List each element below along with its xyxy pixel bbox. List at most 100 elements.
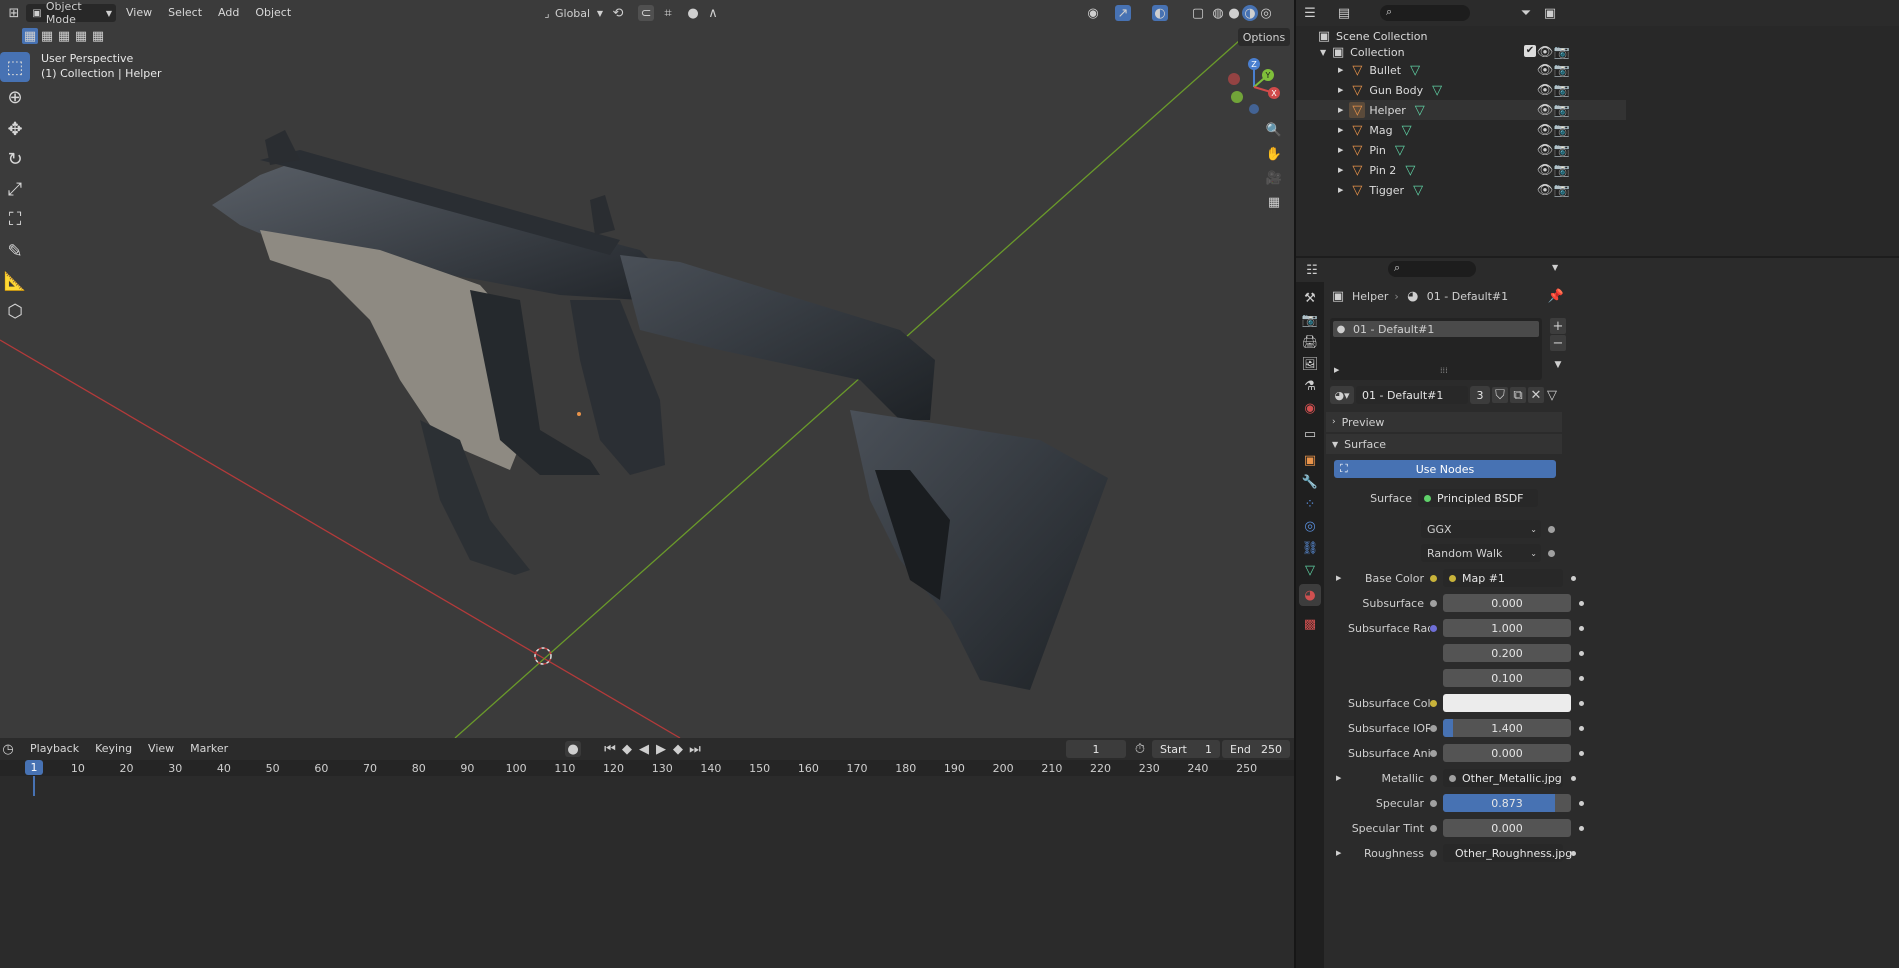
- tab-physics-icon[interactable]: ◎: [1302, 518, 1318, 534]
- mesh-data-icon[interactable]: ▽: [1410, 182, 1426, 198]
- expand-icon[interactable]: ▶: [1338, 66, 1343, 74]
- expand-icon[interactable]: ▶: [1336, 849, 1348, 857]
- menu-add[interactable]: Add: [210, 6, 247, 19]
- tab-scene-icon[interactable]: ⚗: [1302, 378, 1318, 394]
- mode-dropdown[interactable]: ▣ Object Mode ▼: [26, 0, 116, 26]
- timeline-editor-icon[interactable]: ◷: [0, 741, 16, 757]
- mesh-data-icon[interactable]: ▽: [1392, 142, 1408, 158]
- properties-search-input[interactable]: ⌕: [1388, 261, 1476, 277]
- eye-icon[interactable]: 👁: [1537, 102, 1554, 118]
- animate-property-icon[interactable]: [1579, 725, 1584, 731]
- mesh-data-icon[interactable]: ▽: [1412, 102, 1428, 118]
- numeric-slider[interactable]: 0.000: [1443, 594, 1571, 612]
- tab-data-icon[interactable]: ▽: [1302, 562, 1318, 578]
- select-extend-icon[interactable]: ▦: [39, 28, 55, 44]
- viewport[interactable]: ⊞ ▣ Object Mode ▼ View Select Add Object…: [0, 0, 1294, 738]
- eye-icon[interactable]: 👁: [1537, 142, 1554, 158]
- animate-property-icon[interactable]: [1579, 800, 1584, 806]
- tab-view-layer-icon[interactable]: 🖼: [1302, 356, 1319, 372]
- orientation-dropdown[interactable]: ⌟ Global ▼: [537, 4, 603, 22]
- timeline-menu-playback[interactable]: Playback: [22, 742, 87, 755]
- display-mode-icon[interactable]: ▤: [1336, 5, 1352, 21]
- animate-property-icon[interactable]: [1579, 625, 1584, 631]
- tab-output-icon[interactable]: 🖨: [1302, 334, 1319, 350]
- visibility-icon[interactable]: ◉: [1085, 5, 1101, 21]
- expand-icon[interactable]: ▼: [1320, 48, 1326, 57]
- exclude-checkbox[interactable]: ✔: [1524, 45, 1536, 57]
- scale-icon[interactable]: ⤢: [0, 174, 30, 204]
- start-frame-field[interactable]: Start 1: [1152, 740, 1220, 758]
- socket-icon[interactable]: [1430, 724, 1437, 732]
- next-keyframe-icon[interactable]: ◆: [670, 741, 686, 757]
- play-reverse-icon[interactable]: ◀: [636, 741, 652, 757]
- expand-icon[interactable]: ▶: [1338, 146, 1343, 154]
- animate-property-icon[interactable]: [1579, 600, 1584, 606]
- outliner-item-gun-body[interactable]: ▶ ▽ Gun Body ▽: [1296, 80, 1626, 100]
- numeric-slider[interactable]: 0.000: [1443, 819, 1571, 837]
- render-camera-icon[interactable]: 📷: [1554, 162, 1570, 178]
- socket-icon[interactable]: [1430, 699, 1437, 707]
- tab-object-icon[interactable]: ▣: [1302, 452, 1318, 468]
- chevron-down-icon[interactable]: ▼: [1552, 263, 1558, 272]
- wireframe-shading-icon[interactable]: ◍: [1210, 5, 1226, 21]
- falloff-icon[interactable]: ∧: [705, 5, 721, 21]
- outliner-search-input[interactable]: ⌕: [1380, 5, 1470, 21]
- eye-icon[interactable]: 👁: [1537, 122, 1554, 138]
- menu-select[interactable]: Select: [160, 6, 210, 19]
- outliner-item-helper[interactable]: ▶ ▽ Helper ▽: [1296, 100, 1626, 120]
- rotate-icon[interactable]: ↻: [0, 144, 30, 174]
- outliner-item-bullet[interactable]: ▶ ▽ Bullet ▽: [1296, 60, 1626, 80]
- editor-type-button[interactable]: ⊞: [2, 4, 26, 22]
- timeline-menu-keying[interactable]: Keying: [87, 742, 140, 755]
- animate-property-icon[interactable]: [1571, 775, 1576, 781]
- properties-editor-icon[interactable]: ☷: [1304, 262, 1320, 278]
- select-box-icon[interactable]: ⬚: [0, 52, 30, 82]
- socket-icon[interactable]: [1430, 824, 1437, 832]
- numeric-slider[interactable]: 0.200: [1443, 644, 1571, 662]
- tab-render-icon[interactable]: 📷: [1302, 312, 1318, 328]
- tab-material-icon[interactable]: ◕: [1299, 584, 1321, 606]
- outliner-editor-icon[interactable]: ☰: [1302, 5, 1318, 21]
- tab-modifiers-icon[interactable]: 🔧: [1302, 474, 1318, 490]
- socket-icon[interactable]: [1430, 675, 1437, 682]
- add-cube-icon[interactable]: ⬡: [0, 296, 30, 326]
- record-icon[interactable]: ●: [565, 741, 581, 757]
- area-divider[interactable]: [1294, 0, 1296, 968]
- socket-icon[interactable]: [1430, 599, 1437, 607]
- options-button[interactable]: Options: [1238, 28, 1290, 46]
- expand-icon[interactable]: ▶: [1338, 86, 1343, 94]
- render-camera-icon[interactable]: 📷: [1554, 122, 1570, 138]
- material-shading-icon[interactable]: ◑: [1242, 5, 1258, 21]
- socket-icon[interactable]: [1430, 799, 1437, 807]
- select-new-icon[interactable]: ▦: [22, 28, 38, 44]
- animate-property-icon[interactable]: [1579, 700, 1584, 706]
- zoom-icon[interactable]: 🔍: [1266, 122, 1282, 138]
- xray-icon[interactable]: ▢: [1190, 5, 1206, 21]
- animate-property-icon[interactable]: [1579, 675, 1584, 681]
- outliner-item-pin[interactable]: ▶ ▽ Pin ▽: [1296, 140, 1626, 160]
- tab-tool-icon[interactable]: ⚒: [1302, 290, 1318, 306]
- numeric-slider[interactable]: 0.873: [1443, 794, 1571, 812]
- cursor-icon[interactable]: ⊕: [0, 82, 30, 112]
- timeline-ruler[interactable]: 10 20 30 40 50 60 70 80 90 100 110 120 130 140 150 160 1…: [0, 760, 1294, 776]
- socket-icon[interactable]: [1430, 749, 1437, 757]
- filter-icon[interactable]: ⏷: [1518, 5, 1534, 21]
- expand-icon[interactable]: ▶: [1338, 166, 1343, 174]
- rendered-shading-icon[interactable]: ◎: [1258, 5, 1274, 21]
- animate-property-icon[interactable]: [1571, 575, 1576, 581]
- select-difference-icon[interactable]: ▦: [73, 28, 89, 44]
- annotate-icon[interactable]: ✎: [0, 236, 30, 266]
- expand-icon[interactable]: ▶: [1336, 774, 1348, 782]
- eye-icon[interactable]: 👁: [1537, 162, 1554, 178]
- snap-icon[interactable]: ⊂: [638, 5, 654, 21]
- new-collection-icon[interactable]: ▣: [1542, 5, 1558, 21]
- tab-particles-icon[interactable]: ⁘: [1302, 496, 1318, 512]
- socket-icon[interactable]: [1430, 774, 1437, 782]
- snap-target-icon[interactable]: ⌗: [660, 5, 676, 21]
- pivot-icon[interactable]: ⟲: [610, 5, 626, 21]
- collection-row[interactable]: ▼ ▣ Collection: [1296, 42, 1626, 62]
- tab-texture-icon[interactable]: ▩: [1302, 616, 1318, 632]
- jump-start-icon[interactable]: ⏮: [602, 741, 618, 757]
- move-icon[interactable]: ✥: [0, 114, 30, 144]
- animate-property-icon[interactable]: [1579, 650, 1584, 656]
